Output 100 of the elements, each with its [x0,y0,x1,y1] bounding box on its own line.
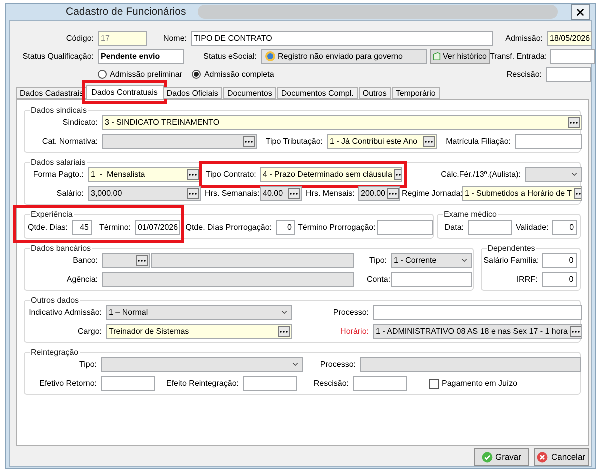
field-label: Término Prorrogação: [298,222,373,232]
close-button[interactable] [571,4,590,20]
field-label: Rescisão: [506,70,542,79]
tab[interactable]: Temporário [392,87,440,99]
input-field[interactable]: TIPO DE CONTRATO [191,31,493,46]
field-label: Tipo: [368,256,387,265]
group-title: Dados bancários [30,244,92,253]
input-field[interactable]: 18/05/2026 [547,31,592,46]
field-label: Código: [65,34,94,43]
input-field[interactable] [243,376,297,391]
input-field[interactable]: 0 [552,220,578,234]
field-label: Cat. Normativa: [41,137,98,146]
globe-icon [265,51,276,62]
field-label: Validade: [516,222,548,232]
tab[interactable]: Outros [358,87,391,99]
field-label: Salário: [56,189,84,198]
group-title: Experiência [30,210,74,219]
document-icon [433,51,441,62]
lookup-button[interactable] [187,169,199,180]
checkbox[interactable] [429,378,439,388]
field-label: Admissão: [504,34,543,43]
input-field[interactable] [546,67,591,82]
field-label: IRRF: [516,275,538,284]
window-title: Cadastro de Funcionários [66,6,186,18]
field-label: Status eSocial: [202,52,257,61]
input-field[interactable] [353,376,407,391]
input-field[interactable]: 3 - SINDICATO TREINAMENTO [102,115,582,130]
lookup-button[interactable] [568,117,580,128]
field-label: Qtde. Dias: [27,222,68,232]
field-label: Nome: [162,34,187,43]
input-field[interactable]: 0 [542,253,577,268]
field-label: Data: [444,222,464,232]
chevron-icon [280,308,289,317]
cancel-button[interactable]: Cancelar [534,448,589,466]
input-field[interactable]: 4 - Prazo Determinado sem cláusula [260,167,402,182]
field-label: Banco: [72,256,98,265]
checkbox-label: Pagamento em Juízo [442,379,518,388]
input-field[interactable]: 01/07/2026 [135,220,180,234]
chevron-icon [570,170,579,179]
lookup-button[interactable] [423,136,435,147]
lookup-button[interactable] [278,326,290,337]
input-field[interactable]: 1 - Submetidos a Horário de T [462,186,582,201]
field-label: Salário Família: [484,256,538,265]
field-label: Qtde. Dias Prorrogação: [185,222,272,232]
input-field[interactable] [151,253,354,268]
field-label: Transf. Entrada: [490,52,546,61]
group-title: Exame médico [443,210,498,219]
tab[interactable]: Documentos Compl. [277,87,358,99]
input-field[interactable] [550,49,595,64]
input-field[interactable]: 1 - Mensalista [88,167,201,182]
input-field[interactable] [101,376,155,391]
radio-button[interactable] [98,70,107,79]
radio-button[interactable] [192,70,202,79]
field-label: Horário: [340,327,369,336]
field-label: Matrícula Filiação: [445,137,511,146]
cancel-icon [537,452,548,462]
input-field[interactable]: 1 - Já Contribui este Ano [327,134,437,149]
field-label: Agência: [66,275,98,284]
field-label: Processo: [332,308,369,317]
radio-label: Admissão preliminar [110,70,182,79]
input-field[interactable]: 0 [542,272,577,287]
input-field[interactable]: 0 [276,220,295,234]
field-label: Indicativo Admissão: [28,308,102,317]
input-field[interactable] [515,134,582,149]
chevron-icon [291,360,300,369]
field-label: Tipo: [78,360,97,369]
group-title: Dados sindicais [30,106,88,115]
field-label: Efeito Reintegração: [166,379,239,388]
group-title: Outros dados [30,296,80,305]
history-button[interactable]: Ver histórico [430,49,490,64]
chevron-icon [460,256,469,265]
input-field[interactable] [377,220,433,234]
field-label: Processo: [319,360,356,369]
input-field[interactable]: 45 [72,220,92,234]
input-field[interactable] [391,272,472,287]
tab[interactable]: Dados Oficiais [162,87,222,99]
group-title: Reintegração [30,348,80,357]
close-icon [575,6,586,18]
tab[interactable]: Dados Cadastrais [16,87,88,99]
field-label: Cargo: [76,327,102,336]
input-field[interactable] [468,220,512,234]
field-label: Status Qualificação: [22,52,94,61]
tab[interactable]: Documentos [223,87,276,99]
field-label: Hrs. Mensais: [306,189,354,198]
field-label: Cálc.Fér./13º.(Aulista): [440,170,521,179]
field-label: Rescisão: [312,379,349,388]
input-field[interactable] [373,305,582,320]
field-label: Tipo Tributação: [264,137,323,146]
radio-label: Admissão completa [204,70,274,79]
input-field[interactable]: Pendente envio [98,49,184,64]
group-title: Dados salariais [30,158,87,167]
field-label: Efetivo Retorno: [38,379,97,388]
field-label: Forma Pagto.: [32,170,84,179]
field-label: Término: [98,222,131,232]
input-field[interactable]: Treinador de Sistemas [106,324,292,339]
save-button[interactable]: Gravar [474,448,529,466]
field-label: Tipo Contrato: [206,170,256,179]
status-field: Registro não enviado para governo [261,49,427,64]
check-icon [482,452,492,462]
tab[interactable]: Dados Contratuais [86,85,164,99]
